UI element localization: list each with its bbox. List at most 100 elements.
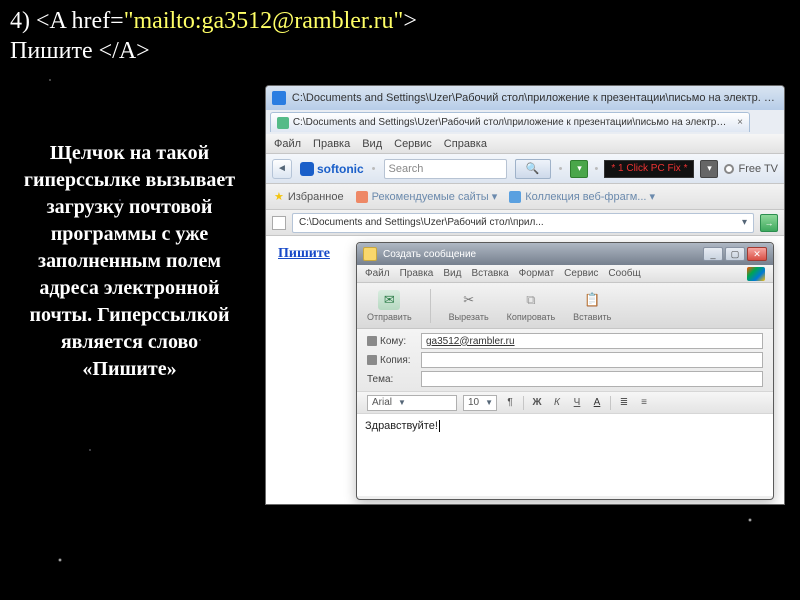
bullet-list-icon[interactable]: ≡	[637, 397, 651, 408]
green-dropdown-2[interactable]: ▾	[700, 160, 718, 178]
font-name: Arial	[372, 397, 392, 408]
toolbar-separator	[430, 289, 431, 323]
fontcolor-icon[interactable]: А	[590, 397, 604, 408]
softonic-label: softonic	[317, 162, 364, 176]
subject-label: Тема:	[367, 374, 413, 385]
cc-label-text: Копия:	[380, 355, 411, 366]
underline-icon[interactable]: Ч	[570, 397, 584, 408]
compose-titlebar[interactable]: Создать сообщение _ ▢ ✕	[357, 243, 773, 265]
search-icon: 🔍	[526, 162, 540, 175]
slide-explain: Щелчок на такой гиперссылке вызывает заг…	[12, 140, 247, 383]
cmenu-service[interactable]: Сервис	[564, 268, 598, 279]
browser-title: C:\Documents and Settings\Uzer\Рабочий с…	[292, 92, 778, 104]
address-bar-row: C:\Documents and Settings\Uzer\Рабочий с…	[266, 210, 784, 236]
cut-label: Вырезать	[449, 312, 489, 322]
search-input[interactable]: Search	[384, 159, 507, 179]
webslice-icon	[509, 191, 521, 203]
compose-menubar: Файл Правка Вид Вставка Формат Сервис Со…	[357, 265, 773, 283]
to-label-text: Кому:	[380, 336, 406, 347]
cmenu-insert[interactable]: Вставка	[471, 268, 508, 279]
text-caret	[439, 420, 440, 432]
compose-body[interactable]: Здравствуйте!	[357, 414, 773, 496]
promo-cluster: ▾ • * 1 Click PC Fix * ▾ Free TV	[570, 160, 778, 178]
green-dropdown[interactable]: ▾	[570, 160, 588, 178]
tab-label: C:\Documents and Settings\Uzer\Рабочий с…	[293, 117, 727, 128]
windows-logo-icon	[747, 267, 765, 281]
to-input[interactable]: ga3512@rambler.ru	[421, 333, 763, 349]
paragraph-icon[interactable]: ¶	[503, 397, 517, 408]
menu-view[interactable]: Вид	[362, 138, 382, 150]
copy-label: Копировать	[507, 312, 555, 322]
copy-icon: ⧉	[520, 290, 542, 310]
code-linktext: Пишите	[10, 38, 99, 64]
promo-sep: •	[594, 163, 598, 175]
to-label: Кому:	[367, 336, 413, 347]
addressbook-icon-2[interactable]	[367, 355, 377, 365]
cc-input[interactable]	[421, 352, 763, 368]
freetv-label: Free TV	[738, 163, 778, 175]
toolbar-sep: •	[372, 163, 376, 175]
webslice-label: Коллекция веб-фрагм... ▾	[525, 190, 655, 203]
freetv-icon	[724, 164, 734, 174]
minimize-button[interactable]: _	[703, 247, 723, 261]
compose-window: Создать сообщение _ ▢ ✕ Файл Правка Вид …	[356, 242, 774, 500]
webslice-link[interactable]: Коллекция веб-фрагм... ▾	[509, 190, 655, 203]
subject-input[interactable]	[421, 371, 763, 387]
favorites-label: Избранное	[288, 191, 344, 203]
italic-icon[interactable]: К	[550, 397, 564, 408]
slide-heading: 4) <A href="mailto:ga3512@rambler.ru"> П…	[0, 0, 800, 66]
menu-file[interactable]: Файл	[274, 138, 301, 150]
favorites-button[interactable]: ★Избранное	[274, 190, 344, 203]
menu-help[interactable]: Справка	[444, 138, 487, 150]
menu-edit[interactable]: Правка	[313, 138, 350, 150]
browser-titlebar[interactable]: C:\Documents and Settings\Uzer\Рабочий с…	[266, 86, 784, 110]
send-button[interactable]: ✉Отправить	[367, 290, 412, 322]
fontsize-select[interactable]: 10▼	[463, 395, 497, 411]
browser-tab[interactable]: C:\Documents and Settings\Uzer\Рабочий с…	[270, 112, 750, 132]
compose-toolbar: ✉Отправить ✂ Вырезать ⧉ Копировать 📋Встави…	[357, 283, 773, 329]
page-icon	[277, 117, 289, 129]
cmenu-format[interactable]: Формат	[519, 268, 555, 279]
tab-bar: C:\Documents and Settings\Uzer\Рабочий с…	[266, 110, 784, 134]
address-text: C:\Documents and Settings\Uzer\Рабочий с…	[299, 217, 544, 228]
compose-sysbuttons: _ ▢ ✕	[703, 247, 767, 261]
font-select[interactable]: Arial ▼	[367, 395, 457, 411]
browser-menubar: Файл Правка Вид Сервис Справка	[266, 134, 784, 154]
address-input[interactable]: C:\Documents and Settings\Uzer\Рабочий с…	[292, 213, 754, 233]
close-tab-icon[interactable]: ×	[731, 117, 743, 128]
search-button[interactable]: 🔍	[515, 159, 551, 179]
softonic-logo[interactable]: softonic	[300, 162, 364, 176]
send-label: Отправить	[367, 312, 412, 322]
page-file-icon	[272, 216, 286, 230]
slide-number: 4)	[10, 8, 36, 34]
cc-label: Копия:	[367, 355, 413, 366]
cmenu-view[interactable]: Вид	[443, 268, 461, 279]
recommended-sites-link[interactable]: Рекомендуемые сайты ▾	[356, 190, 498, 203]
addressbook-icon[interactable]	[367, 336, 377, 346]
browser-window: C:\Documents and Settings\Uzer\Рабочий с…	[265, 85, 785, 505]
cut-icon: ✂	[458, 290, 480, 310]
numbered-list-icon[interactable]: ≣	[617, 397, 631, 408]
sites-icon	[356, 191, 368, 203]
cut-button[interactable]: ✂ Вырезать	[449, 290, 489, 322]
bold-icon[interactable]: Ж	[530, 397, 544, 408]
address-dropdown-icon[interactable]: ▾	[742, 217, 747, 228]
copy-button[interactable]: ⧉ Копировать	[507, 290, 555, 322]
cmenu-message[interactable]: Сообщ	[608, 268, 640, 279]
close-button[interactable]: ✕	[747, 247, 767, 261]
paste-button[interactable]: 📋Вставить	[573, 290, 611, 322]
freetv-link[interactable]: Free TV	[724, 163, 778, 175]
code-close: </A>	[99, 38, 150, 64]
go-button[interactable]: →	[760, 214, 778, 232]
chevron-down-icon: ▼	[398, 398, 406, 407]
nav-back-button[interactable]: ◄	[272, 159, 292, 179]
menu-service[interactable]: Сервис	[394, 138, 432, 150]
cmenu-edit[interactable]: Правка	[400, 268, 434, 279]
body-text: Здравствуйте!	[365, 420, 438, 432]
promo-ad[interactable]: * 1 Click PC Fix *	[604, 160, 694, 178]
paste-label: Вставить	[573, 312, 611, 322]
mailto-link[interactable]: Пишите	[278, 246, 330, 262]
cmenu-file[interactable]: Файл	[365, 268, 390, 279]
mail-icon	[363, 247, 377, 261]
maximize-button[interactable]: ▢	[725, 247, 745, 261]
